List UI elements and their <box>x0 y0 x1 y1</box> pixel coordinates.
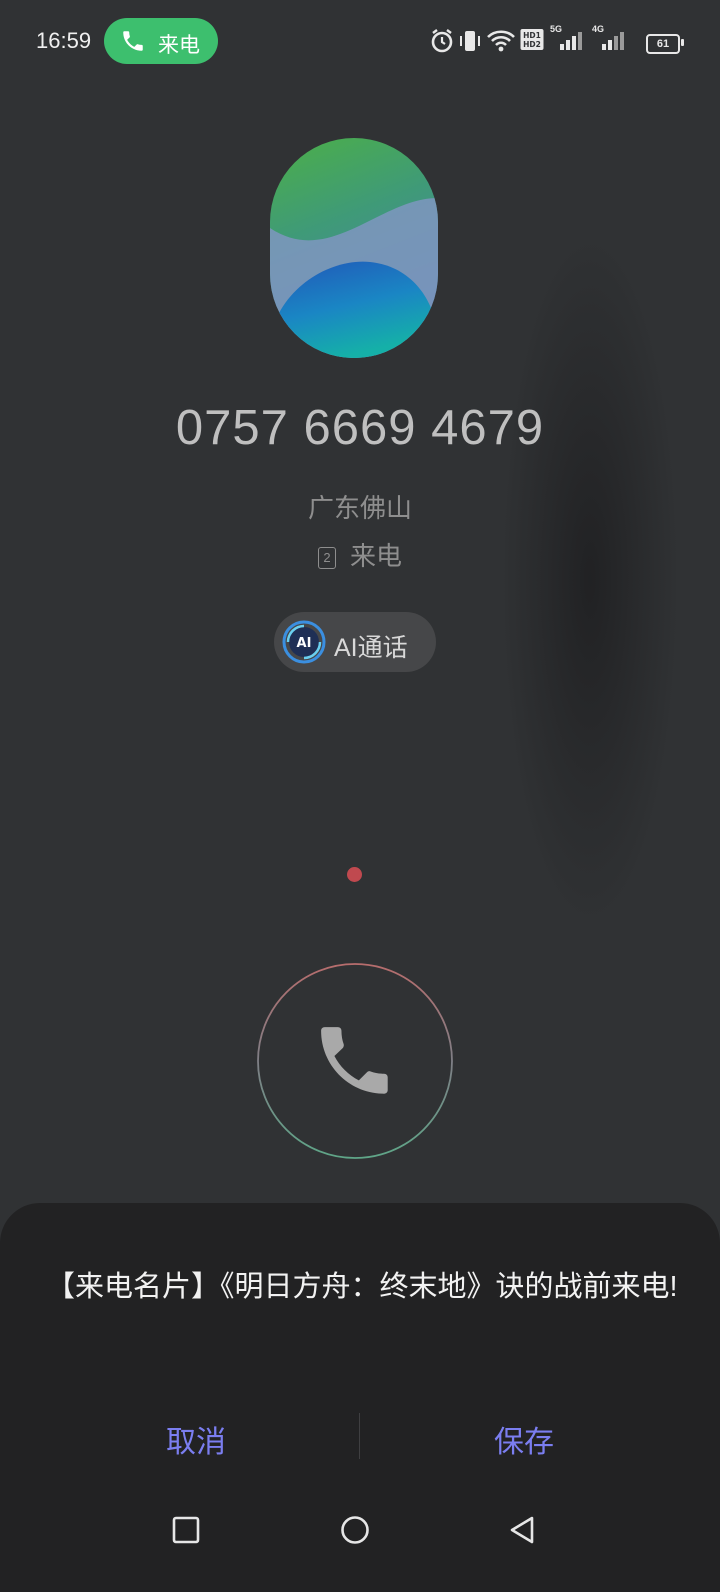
navigation-bar <box>0 1500 720 1592</box>
alarm-icon <box>430 28 454 59</box>
status-bar: 16:59 来电 HD1 HD2 5G 4G 61 <box>0 0 720 84</box>
recents-square-icon[interactable] <box>172 1516 200 1549</box>
ai-assistant-icon: AI <box>282 620 326 669</box>
signal-5g-icon: 5G <box>550 24 584 59</box>
caller-avatar <box>270 138 438 358</box>
call-indicator-label: 来电 <box>158 34 200 57</box>
ongoing-call-pill[interactable]: 来电 <box>104 18 218 64</box>
save-button[interactable]: 保存 <box>424 1413 624 1473</box>
cancel-button[interactable]: 取消 <box>96 1413 296 1473</box>
wifi-icon <box>486 28 516 59</box>
net-4g-label: 4G <box>592 24 605 34</box>
battery-indicator: 61 <box>646 34 680 54</box>
back-triangle-icon[interactable] <box>508 1515 536 1550</box>
sim-card-icon: 2 <box>317 547 336 569</box>
net-5g-label: 5G <box>550 24 563 34</box>
answer-call-button[interactable] <box>256 962 454 1160</box>
caller-number: 0757 6669 4679 <box>175 401 545 455</box>
incoming-call-status: 2 来电 <box>0 536 720 573</box>
phone-icon <box>120 28 146 59</box>
signal-4g-icon: 4G <box>592 24 626 59</box>
caller-location: 广东佛山 <box>307 493 412 523</box>
status-time: 16:59 <box>36 28 92 53</box>
home-circle-icon[interactable] <box>340 1515 370 1550</box>
svg-text:HD1: HD1 <box>523 31 541 40</box>
hd-icon: HD1 HD2 <box>520 28 544 57</box>
battery-tip <box>681 39 684 46</box>
phone-answer-icon <box>321 1027 388 1094</box>
call-card-message: 【来电名片】《明日方舟：终末地》诀的战前来电! <box>46 1271 678 1303</box>
ai-logo-text: AI <box>297 636 312 651</box>
svg-text:HD2: HD2 <box>523 40 541 49</box>
vibrate-icon <box>458 28 482 59</box>
ai-call-label: AI通话 <box>334 634 408 662</box>
background-shade <box>500 230 680 930</box>
ai-call-button[interactable]: AI AI通话 <box>274 612 436 672</box>
swipe-hint-dot <box>347 867 362 882</box>
button-divider <box>359 1413 360 1459</box>
status-icons: HD1 HD2 5G 4G 61 <box>430 24 690 59</box>
call-status-label: 来电 <box>349 541 402 571</box>
